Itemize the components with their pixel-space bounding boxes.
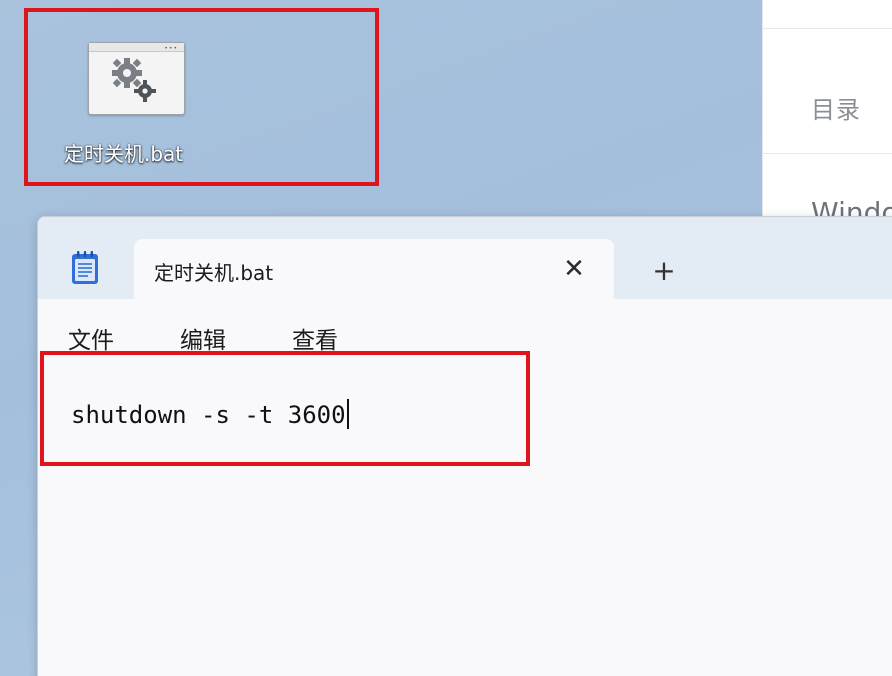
desktop-file-label: 定时关机.bat [64,142,184,166]
gears-icon [112,58,156,102]
tab-title: 定时关机.bat [154,261,274,285]
menu-file[interactable]: 文件 [64,319,118,357]
new-tab-button[interactable]: + [646,253,682,289]
notepad-app-icon [72,251,98,284]
tab-bar: 定时关机.bat ✕ + [38,217,892,299]
tab-active-file[interactable]: 定时关机.bat ✕ [134,239,614,299]
desktop-file-bat[interactable]: ••• 定时关机.bat [60,42,220,172]
bat-file-icon: ••• [88,42,185,115]
menu-bar: 文件 编辑 查看 [38,299,892,366]
toc-label[interactable]: 目录 [811,90,861,125]
text-editor[interactable]: shutdown -s -t 3600 [38,365,892,676]
divider [763,28,892,29]
menu-edit[interactable]: 编辑 [176,319,230,357]
desktop: 目录 Windo ••• 定时关机.bat 定时关机.bat ✕ + 文件 编辑… [0,0,892,676]
close-icon[interactable]: ✕ [558,253,590,285]
code-text: shutdown -s -t 3600 [71,401,346,429]
divider [763,153,892,154]
code-line: shutdown -s -t 3600 [71,399,349,429]
menu-view[interactable]: 查看 [288,319,342,357]
notepad-window: 定时关机.bat ✕ + 文件 编辑 查看 shutdown -s -t 360… [37,216,892,676]
text-caret [346,399,349,429]
